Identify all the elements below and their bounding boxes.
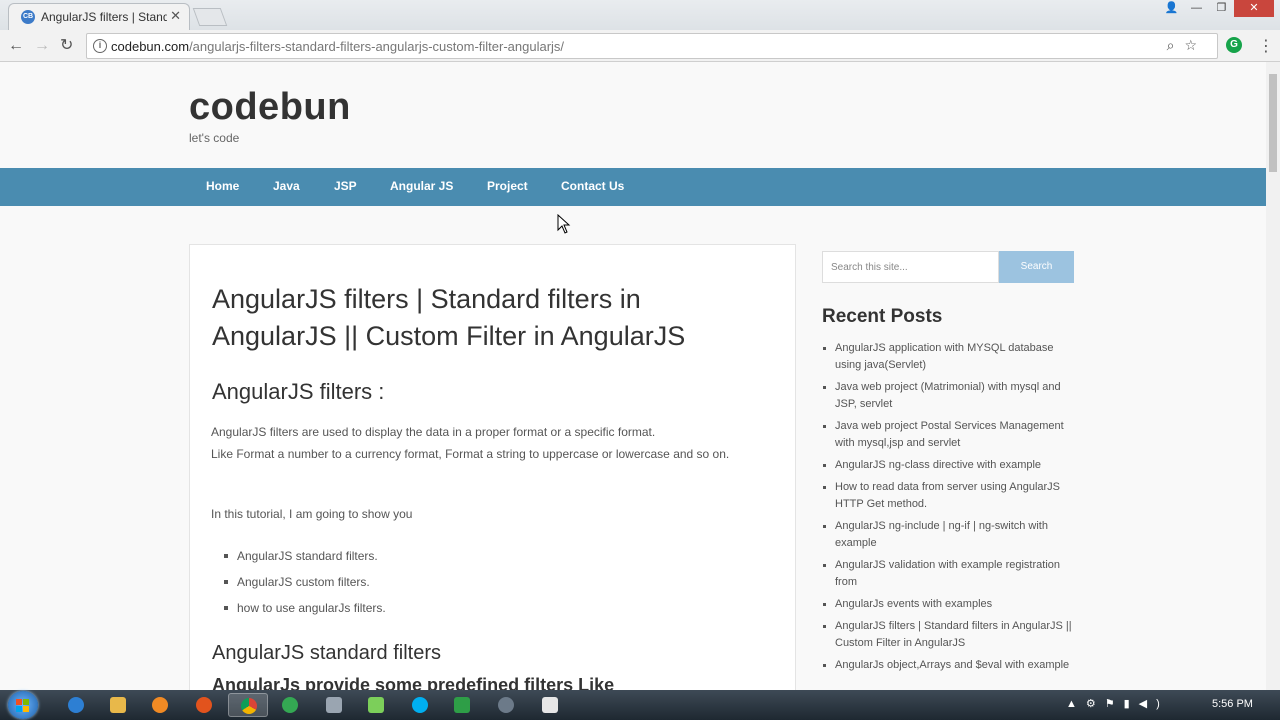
bookmark-star-icon[interactable]: ☆ [1184,37,1207,53]
explorer-icon[interactable] [98,693,138,717]
recent-post-link[interactable]: AngularJs object,Arrays and $eval with e… [823,657,1080,674]
section-heading-predefined: AngularJs provide some predefined filter… [212,675,615,690]
recent-post-link[interactable]: AngularJS validation with example regist… [823,557,1080,591]
recent-posts-list: AngularJS application with MYSQL databas… [823,340,1080,674]
notes-icon[interactable] [356,693,396,717]
site-tagline: let's code [189,131,240,145]
omnibox-actions: ⌕☆ [1167,37,1207,54]
tutorial-intro: In this tutorial, I am going to show you [211,507,413,521]
recent-post-link[interactable]: Java web project Postal Services Managem… [823,418,1080,452]
grammarly-icon[interactable]: G [1226,37,1242,53]
chrome-icon[interactable] [228,693,268,717]
main-nav: Home Java JSP Angular JS Project Contact… [0,168,1266,206]
back-icon[interactable]: ← [8,36,24,56]
recent-post-link[interactable]: How to read data from server using Angul… [823,479,1080,513]
recent-posts-heading: Recent Posts [822,306,943,327]
camtasia-icon[interactable] [442,693,482,717]
recent-post-link[interactable]: AngularJS ng-include | ng-if | ng-switch… [823,518,1080,552]
windows-logo-icon [16,699,29,712]
search-button[interactable]: Search [999,251,1074,283]
search-input[interactable] [822,251,999,283]
system-tray[interactable]: ▲⚙⚑▮◀) [1066,697,1169,710]
taskbar-clock[interactable]: 5:56 PM [1212,698,1253,710]
restore-icon[interactable]: ❐ [1209,0,1234,17]
ie-icon[interactable] [56,693,96,717]
section-heading-filters: AngularJS filters : [212,379,385,404]
recent-post-link[interactable]: Java web project (Matrimonial) with mysq… [823,379,1080,413]
page-scrollbar[interactable] [1266,62,1280,690]
browser-toolbar: ← → ↻ i codebun.com/angularjs-filters-st… [0,30,1280,62]
window-controls: 👤 — ❐ ✕ [1159,0,1274,18]
browser-tab[interactable]: CB AngularJS filters | Standa ✕ [8,3,190,30]
article-card: AngularJS filters | Standard filters in … [189,244,796,690]
file-manager-icon[interactable] [314,693,354,717]
web-page: codebun let's code Home Java JSP Angular… [0,62,1266,690]
window-close-icon[interactable]: ✕ [1234,0,1274,17]
section-heading-standard: AngularJS standard filters [212,642,442,664]
url-text[interactable]: codebun.com/angularjs-filters-standard-f… [111,39,564,54]
codebun-favicon-icon: CB [21,10,35,24]
nav-contact-us[interactable]: Contact Us [561,179,624,193]
skype-icon[interactable] [400,693,440,717]
recent-post-link[interactable]: AngularJS filters | Standard filters in … [823,618,1080,652]
recent-post-link[interactable]: AngularJS application with MYSQL databas… [823,340,1080,374]
url-path: /angularjs-filters-standard-filters-angu… [189,39,565,54]
recent-post-link[interactable]: AngularJS ng-class directive with exampl… [823,457,1080,474]
media-player-icon[interactable] [140,693,180,717]
settings-icon[interactable] [486,693,526,717]
list-item: AngularJS standard filters. [224,545,386,571]
user-icon[interactable]: 👤 [1159,0,1184,17]
info-icon[interactable]: i [93,39,107,53]
nav-jsp[interactable]: JSP [334,179,357,193]
start-button[interactable] [8,691,38,719]
forward-icon[interactable]: → [34,36,50,56]
list-item: AngularJS custom filters. [224,571,386,597]
intro-paragraph-2: Like Format a number to a currency forma… [211,447,730,461]
recent-post-link[interactable]: AngularJs events with examples [823,596,1080,613]
nav-project[interactable]: Project [487,179,528,193]
scrollbar-thumb[interactable] [1269,74,1277,172]
zoom-icon[interactable]: ⌕ [1167,37,1185,53]
reload-icon[interactable]: ↻ [60,36,73,56]
nav-angular-js[interactable]: Angular JS [390,179,453,193]
firefox-icon[interactable] [184,693,224,717]
url-host: codebun.com [111,39,190,54]
article-title: AngularJS filters | Standard filters in … [212,284,686,351]
site-brand[interactable]: codebun [189,86,351,129]
minimize-icon[interactable]: — [1184,0,1209,17]
terminal-icon[interactable] [530,693,570,717]
browser-titlebar: CB AngularJS filters | Standa ✕ 👤 — ❐ ✕ [0,0,1280,30]
list-item: how to use angularJs filters. [224,597,386,623]
messenger-icon[interactable] [270,693,310,717]
tab-close-icon[interactable]: ✕ [170,8,181,24]
windows-taskbar: ▲⚙⚑▮◀) 5:56 PM [0,690,1280,720]
address-bar[interactable]: i codebun.com/angularjs-filters-standard… [86,33,1218,59]
topic-list: AngularJS standard filters. AngularJS cu… [224,545,386,623]
nav-home[interactable]: Home [206,179,239,193]
tab-title: AngularJS filters | Standa [41,10,167,24]
nav-java[interactable]: Java [273,179,300,193]
new-tab-button[interactable] [192,8,228,26]
menu-icon[interactable]: ⋮ [1258,36,1274,56]
intro-paragraph-1: AngularJS filters are used to display th… [211,425,656,439]
